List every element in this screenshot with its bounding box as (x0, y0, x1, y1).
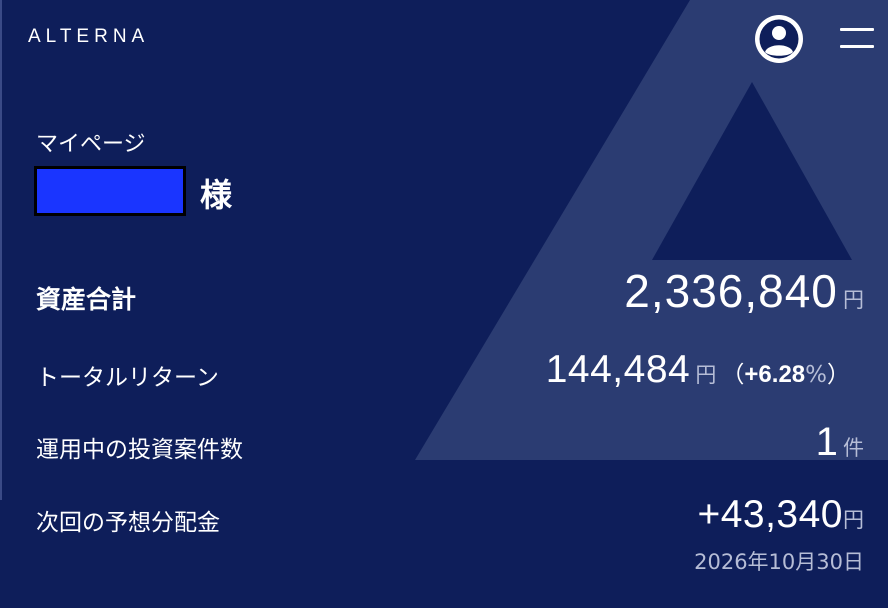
next-dividend-label: 次回の予想分配金 (36, 510, 220, 536)
total-assets-amount: 2,336,840 (624, 265, 838, 317)
user-circle-icon (755, 15, 803, 63)
page-title: マイページ (36, 132, 146, 157)
left-edge-divider (0, 0, 2, 500)
total-assets-unit: 円 (843, 288, 864, 312)
brand-logo[interactable]: ALTERNA (28, 26, 149, 48)
next-dividend-amount: +43,340 (697, 493, 843, 536)
next-dividend-value: +43,340円 (697, 493, 864, 537)
hamburger-menu-button[interactable] (840, 26, 876, 50)
active-investments-label: 運用中の投資案件数 (36, 437, 243, 463)
total-return-unit: 円 (695, 363, 717, 387)
active-investments-value: 1 件 (816, 420, 864, 465)
total-return-amount: 144,484 (545, 348, 691, 391)
return-paren-open: （ (721, 362, 745, 388)
redacted-user-name (34, 166, 186, 216)
menu-bar-top (840, 28, 874, 31)
my-page-screen: ALTERNA マイページ 様 資産合計 2,336,840 円 トータルリター… (0, 0, 888, 608)
total-return-label: トータルリターン (36, 365, 219, 391)
total-return-percent-sign: % (805, 362, 827, 388)
total-assets-label: 資産合計 (36, 285, 137, 314)
total-assets-value: 2,336,840 円 (624, 264, 864, 318)
total-return-percent: +6.28 (744, 361, 806, 388)
active-investments-unit: 件 (843, 436, 864, 460)
next-dividend-unit: 円 (843, 508, 864, 532)
total-return-value: 144,484 円 （+6.28%） (546, 348, 850, 392)
account-button[interactable] (754, 14, 804, 64)
return-paren-close: ） (827, 362, 850, 388)
menu-bar-bottom (840, 45, 874, 48)
active-investments-count: 1 (815, 420, 838, 464)
honorific-suffix: 様 (200, 176, 233, 214)
next-dividend-date: 2026年10月30日 (694, 550, 864, 574)
